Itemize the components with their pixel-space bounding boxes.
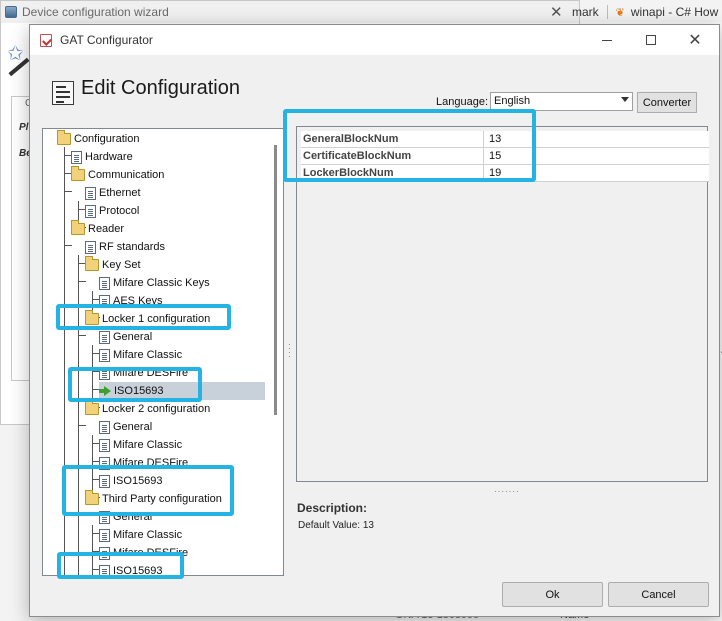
folder-icon <box>85 400 99 415</box>
minimize-icon <box>602 39 612 41</box>
folder-icon <box>71 220 85 235</box>
highlight-box-locker1 <box>56 304 231 330</box>
vertical-splitter[interactable]: · · · · <box>288 341 291 361</box>
highlight-box-third-party-iso15693 <box>57 552 184 579</box>
background-tab-mark[interactable]: mark <box>572 5 599 19</box>
document-icon <box>99 420 110 434</box>
highlight-box-iso15693-selected <box>68 367 202 402</box>
tree-item-reader[interactable]: Reader <box>71 220 124 238</box>
language-value: English <box>494 95 531 107</box>
document-icon <box>85 204 96 218</box>
background-close-icon[interactable]: ✕ <box>550 3 563 21</box>
dialog-title: GAT Configurator <box>60 33 153 47</box>
page-title: Edit Configuration <box>81 77 240 99</box>
edit-configuration-icon <box>52 81 74 105</box>
background-fragment-pl: Pl <box>19 122 29 133</box>
minimize-button[interactable] <box>585 25 629 55</box>
description-text: Default Value: 13 <box>298 520 374 531</box>
tree-item-mifare-classic-keys[interactable]: Mifare Classic Keys <box>99 274 210 292</box>
chevron-down-icon <box>621 97 629 102</box>
stackoverflow-icon: ❦ <box>615 6 625 19</box>
tree-item-locker1-mifare-classic[interactable]: Mifare Classic <box>99 346 182 364</box>
background-tab-winapi[interactable]: winapi - C# How <box>631 5 718 19</box>
tree-item-protocol[interactable]: Protocol <box>85 202 139 220</box>
tree-item-key-set[interactable]: Key Set <box>85 256 141 274</box>
document-icon <box>99 348 110 362</box>
highlight-box-properties <box>283 109 536 182</box>
tree-item-locker-2-configuration[interactable]: Locker 2 configuration <box>85 400 210 418</box>
document-icon <box>99 528 110 542</box>
document-icon <box>85 240 96 254</box>
folder-icon <box>85 256 99 271</box>
tree-item-communication[interactable]: Communication <box>71 166 164 184</box>
tree-item-locker1-general[interactable]: General <box>99 328 152 346</box>
document-icon <box>71 150 82 164</box>
dialog-titlebar: GAT Configurator ✕ <box>30 25 719 55</box>
cancel-button[interactable]: Cancel <box>608 582 709 607</box>
ok-button[interactable]: Ok <box>502 582 603 607</box>
tree-item-hardware[interactable]: Hardware <box>71 148 133 166</box>
tree-item-ethernet[interactable]: Ethernet <box>85 184 141 202</box>
tree-item-locker2-mifare-classic[interactable]: Mifare Classic <box>99 436 182 454</box>
background-window-title: Device configuration wizard <box>22 5 169 19</box>
device-wizard-icon <box>5 6 17 18</box>
gat-configurator-icon <box>40 33 52 47</box>
tree-item-configuration[interactable]: Configuration <box>57 130 139 148</box>
folder-icon <box>57 130 71 145</box>
tree-item-rf-standards[interactable]: RF standards <box>85 238 165 256</box>
highlight-box-third-party <box>62 465 234 516</box>
document-icon <box>99 438 110 452</box>
close-icon: ✕ <box>688 32 702 49</box>
language-label: Language: <box>436 96 488 108</box>
maximize-button[interactable] <box>629 25 673 55</box>
document-icon <box>99 276 110 290</box>
tree-item-third-party-mifare-classic[interactable]: Mifare Classic <box>99 526 182 544</box>
document-icon <box>85 186 96 200</box>
horizontal-splitter[interactable]: ······· <box>494 487 520 496</box>
description-title: Description: <box>297 501 368 515</box>
tree-scrollbar[interactable] <box>274 145 277 415</box>
converter-button[interactable]: Converter <box>637 92 697 113</box>
document-icon <box>99 330 110 344</box>
maximize-icon <box>646 35 656 45</box>
tree-item-locker2-general[interactable]: General <box>99 418 152 436</box>
background-window-titlebar: Device configuration wizard <box>1 1 579 23</box>
folder-icon <box>71 166 85 181</box>
close-button[interactable]: ✕ <box>673 25 717 55</box>
background-tabs: mark ❦ winapi - C# How <box>572 4 718 20</box>
